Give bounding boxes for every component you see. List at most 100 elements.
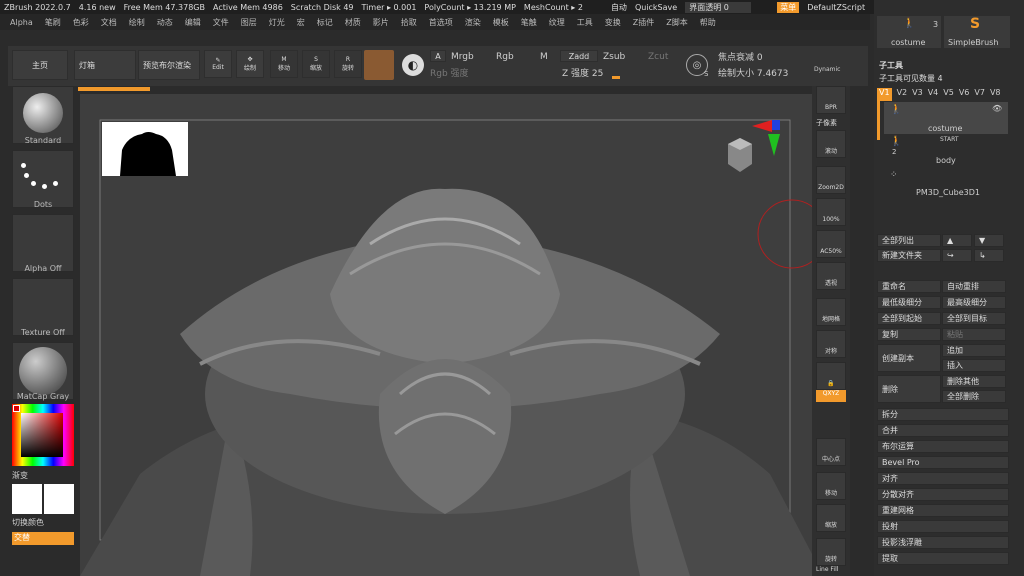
zcut-button[interactable]: Zcut [648, 52, 668, 62]
main-color-swatch[interactable] [12, 484, 42, 514]
menu-item[interactable]: Z脚本 [666, 17, 687, 28]
subtool-title[interactable]: 子工具 [879, 60, 903, 71]
subtool-item[interactable]: 🚶 costume 👁 [884, 102, 1008, 134]
menu-item[interactable]: 纹理 [549, 17, 565, 28]
all-to-top-button[interactable]: 全部到起始 [877, 312, 941, 325]
bpr-button[interactable]: BPR [816, 86, 846, 114]
alternate-button[interactable]: 交替 [12, 532, 74, 545]
menu-item[interactable]: 影片 [373, 17, 389, 28]
m-button[interactable]: M [540, 52, 548, 62]
menu-item[interactable]: 编辑 [185, 17, 201, 28]
append-button[interactable]: 追加 [942, 344, 1006, 357]
subpixel-label[interactable]: 子像素 [816, 118, 837, 128]
down-arrow-icon[interactable]: ▼ [974, 234, 1004, 247]
version-tab[interactable]: V7 [974, 88, 985, 101]
copy-button[interactable]: 复制 [877, 328, 941, 341]
version-tab[interactable]: V5 [943, 88, 954, 101]
secondary-color-swatch[interactable] [44, 484, 74, 514]
ac50-button[interactable]: AC50% [816, 230, 846, 258]
menu-item[interactable]: 文件 [213, 17, 229, 28]
menu-item[interactable]: 变换 [605, 17, 621, 28]
remesh-button[interactable]: 重建网格 [877, 504, 1009, 517]
lock-button[interactable]: 🔒 [816, 362, 846, 390]
delete-all-button[interactable]: 全部删除 [942, 390, 1006, 403]
draw-button[interactable]: ✥ 绘制 [236, 50, 264, 78]
menu-item[interactable]: 动态 [157, 17, 173, 28]
default-zscript[interactable]: DefaultZScript [807, 3, 865, 12]
menu-item[interactable]: 色彩 [73, 17, 89, 28]
material-icon[interactable] [364, 50, 394, 80]
menu-item[interactable]: 帮助 [700, 17, 716, 28]
auto-label[interactable]: 自动 [611, 2, 627, 13]
lightbox-button[interactable]: 灯箱 [74, 50, 136, 80]
project-button[interactable]: 投射 [877, 520, 1009, 533]
zadd-button[interactable]: Zadd [560, 50, 598, 62]
axis-gizmo-icon[interactable] [750, 118, 780, 158]
menu-item[interactable]: 灯光 [269, 17, 285, 28]
floor-button[interactable]: 地网格 [816, 298, 846, 326]
delete-button[interactable]: 删除 [877, 375, 941, 403]
shelf-move-button[interactable]: 移动 [816, 472, 846, 500]
gradient-label[interactable]: 渐变 [12, 470, 28, 481]
stroke-icon[interactable]: ◐ [402, 54, 424, 76]
menu-item[interactable]: 工具 [577, 17, 593, 28]
rgb-intensity-slider[interactable]: Rgb 强度 [430, 66, 469, 79]
menu-item[interactable]: 渲染 [465, 17, 481, 28]
subtool-item[interactable]: 🚶 2 START body [884, 136, 1008, 166]
menu-item[interactable]: 模板 [493, 17, 509, 28]
menu-item[interactable]: 材质 [345, 17, 361, 28]
actual-size-button[interactable]: 100% [816, 198, 846, 226]
perspective-button[interactable]: 透视 [816, 262, 846, 290]
up-arrow-icon[interactable]: ▲ [942, 234, 972, 247]
version-tab[interactable]: V4 [928, 88, 939, 101]
menu-item[interactable]: 拾取 [401, 17, 417, 28]
quicksave-button[interactable]: QuickSave [635, 3, 677, 12]
center-button[interactable]: 中心点 [816, 438, 846, 466]
zoom2d-button[interactable]: Zoom2D [816, 166, 846, 194]
canvas-viewport[interactable] [80, 94, 812, 576]
menu-item[interactable]: 宏 [297, 17, 305, 28]
subtool-scrollbar[interactable] [877, 100, 880, 140]
duplicate-button[interactable]: 创建副本 [877, 344, 941, 372]
transparency-slider[interactable]: 界面透明 0 [685, 1, 752, 13]
merge-button[interactable]: 合并 [877, 424, 1009, 437]
color-picker[interactable] [12, 404, 74, 466]
menu-item[interactable]: 绘制 [129, 17, 145, 28]
auto-reorder-button[interactable]: 自动重排 [942, 280, 1006, 293]
list-all-button[interactable]: 全部列出 [877, 234, 941, 247]
all-to-target-button[interactable]: 全部到目标 [942, 312, 1006, 325]
version-tab[interactable]: V8 [990, 88, 1001, 101]
simplebrush-button[interactable]: S SimpleBrush [944, 16, 1010, 48]
linefill-label[interactable]: Line Fill [816, 566, 838, 573]
shelf-rotate-button[interactable]: 旋转 [816, 538, 846, 566]
mrgb-button[interactable]: Mrgb [451, 52, 474, 62]
zsub-button[interactable]: Zsub [603, 52, 625, 62]
boolean-button[interactable]: 布尔运算 [877, 440, 1009, 453]
delete-other-button[interactable]: 删除其他 [942, 375, 1006, 388]
menu-item[interactable]: 图层 [241, 17, 257, 28]
paste-button[interactable]: 粘贴 [942, 328, 1006, 341]
menu-item[interactable]: 笔刷 [45, 17, 61, 28]
a-button[interactable]: A [430, 50, 446, 62]
bevel-pro-button[interactable]: Bevel Pro [877, 456, 1009, 469]
menus-button[interactable]: 菜单 [777, 1, 800, 13]
return-arrow-icon[interactable]: ↳ [974, 249, 1004, 262]
menu-item[interactable]: 首选项 [429, 17, 453, 28]
menu-item[interactable]: Z插件 [633, 17, 654, 28]
costume-tool-button[interactable]: 🚶 3 costume [877, 16, 941, 48]
color-square[interactable] [21, 413, 63, 457]
shelf-scale-button[interactable]: 缩放 [816, 504, 846, 532]
xyz-button[interactable]: QXYZ [816, 390, 846, 402]
lowest-subdiv-button[interactable]: 最低级细分 [877, 296, 941, 309]
home-button[interactable]: 主页 [12, 50, 68, 80]
extract-button[interactable]: 提取 [877, 552, 1009, 565]
redo-arrow-icon[interactable]: ↪ [942, 249, 972, 262]
local-symmetry-button[interactable]: 对称 [816, 330, 846, 358]
edit-button[interactable]: ✎ Edit [204, 50, 232, 78]
highest-subdiv-button[interactable]: 最高级细分 [942, 296, 1006, 309]
move-button[interactable]: M 移动 [270, 50, 298, 78]
rename-button[interactable]: 重命名 [877, 280, 941, 293]
menu-item[interactable]: 笔触 [521, 17, 537, 28]
version-tab[interactable]: V3 [912, 88, 923, 101]
version-tab[interactable]: V6 [959, 88, 970, 101]
